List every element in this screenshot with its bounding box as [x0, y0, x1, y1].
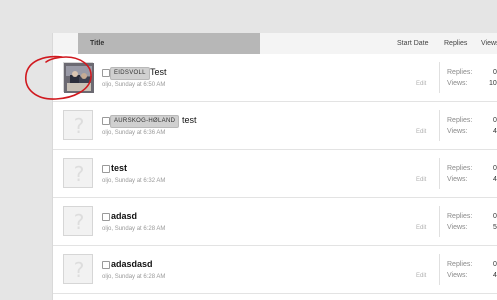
- thread-row[interactable]: EIDSVOLL Test oljo, Sunday at 6:50 AM Ed…: [53, 54, 497, 102]
- column-header-views[interactable]: Views: [481, 33, 497, 54]
- replies-label: Replies:: [447, 261, 473, 268]
- replies-label: Replies:: [447, 117, 473, 124]
- row-divider: [439, 158, 440, 189]
- views-count: 10: [489, 80, 497, 87]
- thread-author[interactable]: oljo: [102, 226, 111, 232]
- thread-row[interactable]: ? AURSKOG-HØLAND test oljo, Sunday at 6:…: [53, 102, 497, 150]
- question-mark-avatar-icon[interactable]: ?: [63, 254, 93, 284]
- thread-list-header: Title Start Date Replies Views: [53, 33, 497, 55]
- thread-time: Sunday at 6:36 AM: [114, 130, 166, 136]
- edit-link[interactable]: Edit: [416, 225, 426, 231]
- thread-author[interactable]: oljo: [102, 130, 111, 136]
- svg-text:?: ?: [74, 162, 85, 186]
- thread-author[interactable]: oljo: [102, 178, 111, 184]
- replies-count: 0: [493, 165, 497, 172]
- edit-link[interactable]: Edit: [416, 129, 426, 135]
- views-count: 5: [493, 224, 497, 231]
- thread-prefix-badge[interactable]: AURSKOG-HØLAND: [110, 115, 180, 128]
- thread-title-link[interactable]: Test: [150, 67, 167, 78]
- edit-link[interactable]: Edit: [416, 81, 426, 87]
- row-divider: [439, 62, 440, 93]
- thread-meta: oljo, Sunday at 6:28 AM: [102, 226, 166, 232]
- svg-text:?: ?: [74, 210, 85, 234]
- thread-title-link[interactable]: test: [111, 163, 127, 174]
- thread-checkbox[interactable]: [102, 165, 110, 173]
- thread-checkbox[interactable]: [102, 69, 110, 77]
- thread-author[interactable]: oljo: [102, 274, 111, 280]
- thread-time: Sunday at 6:32 AM: [114, 178, 166, 184]
- replies-count: 0: [493, 69, 497, 76]
- edit-link[interactable]: Edit: [416, 177, 426, 183]
- question-mark-avatar-icon[interactable]: ?: [63, 206, 93, 236]
- row-divider: [439, 110, 440, 141]
- views-label: Views:: [447, 272, 468, 279]
- thread-checkbox[interactable]: [102, 261, 110, 269]
- views-label: Views:: [447, 128, 468, 135]
- views-count: 4: [493, 176, 497, 183]
- views-label: Views:: [447, 224, 468, 231]
- thread-meta: oljo, Sunday at 6:50 AM: [102, 82, 166, 88]
- thread-list-panel: Title Start Date Replies Views EIDSVOLL …: [52, 33, 497, 300]
- thread-prefix-badge[interactable]: EIDSVOLL: [110, 67, 150, 80]
- thread-row[interactable]: ? adasdasd oljo, Sunday at 6:28 AM Edit …: [53, 246, 497, 294]
- question-mark-avatar-icon[interactable]: ?: [63, 110, 93, 140]
- row-divider: [439, 254, 440, 285]
- column-header-replies[interactable]: Replies: [444, 33, 467, 54]
- svg-text:?: ?: [74, 258, 85, 282]
- thread-meta: oljo, Sunday at 6:28 AM: [102, 274, 166, 280]
- thread-title-link[interactable]: adasd: [111, 211, 137, 222]
- thread-meta: oljo, Sunday at 6:36 AM: [102, 130, 166, 136]
- thread-checkbox[interactable]: [102, 117, 110, 125]
- thread-author[interactable]: oljo: [102, 82, 111, 88]
- views-count: 4: [493, 128, 497, 135]
- views-label: Views:: [447, 176, 468, 183]
- thread-meta: oljo, Sunday at 6:32 AM: [102, 178, 166, 184]
- thread-title-link[interactable]: test: [182, 115, 197, 126]
- column-header-start-date[interactable]: Start Date: [397, 33, 429, 54]
- thread-time: Sunday at 6:50 AM: [114, 82, 166, 88]
- replies-count: 0: [493, 117, 497, 124]
- views-label: Views:: [447, 80, 468, 87]
- thread-time: Sunday at 6:28 AM: [114, 226, 166, 232]
- replies-label: Replies:: [447, 213, 473, 220]
- thread-row[interactable]: ? test oljo, Sunday at 6:32 AM Edit Repl…: [53, 150, 497, 198]
- row-divider: [439, 206, 440, 237]
- replies-label: Replies:: [447, 165, 473, 172]
- avatar-photo-icon[interactable]: [63, 62, 94, 93]
- thread-title-link[interactable]: adasdasd: [111, 259, 153, 270]
- replies-count: 0: [493, 213, 497, 220]
- column-header-title[interactable]: Title: [78, 33, 260, 54]
- edit-link[interactable]: Edit: [416, 273, 426, 279]
- replies-count: 0: [493, 261, 497, 268]
- views-count: 4: [493, 272, 497, 279]
- question-mark-avatar-icon[interactable]: ?: [63, 158, 93, 188]
- thread-checkbox[interactable]: [102, 213, 110, 221]
- svg-text:?: ?: [74, 114, 85, 138]
- replies-label: Replies:: [447, 69, 473, 76]
- thread-row[interactable]: ? adasd oljo, Sunday at 6:28 AM Edit Rep…: [53, 198, 497, 246]
- thread-time: Sunday at 6:28 AM: [114, 274, 166, 280]
